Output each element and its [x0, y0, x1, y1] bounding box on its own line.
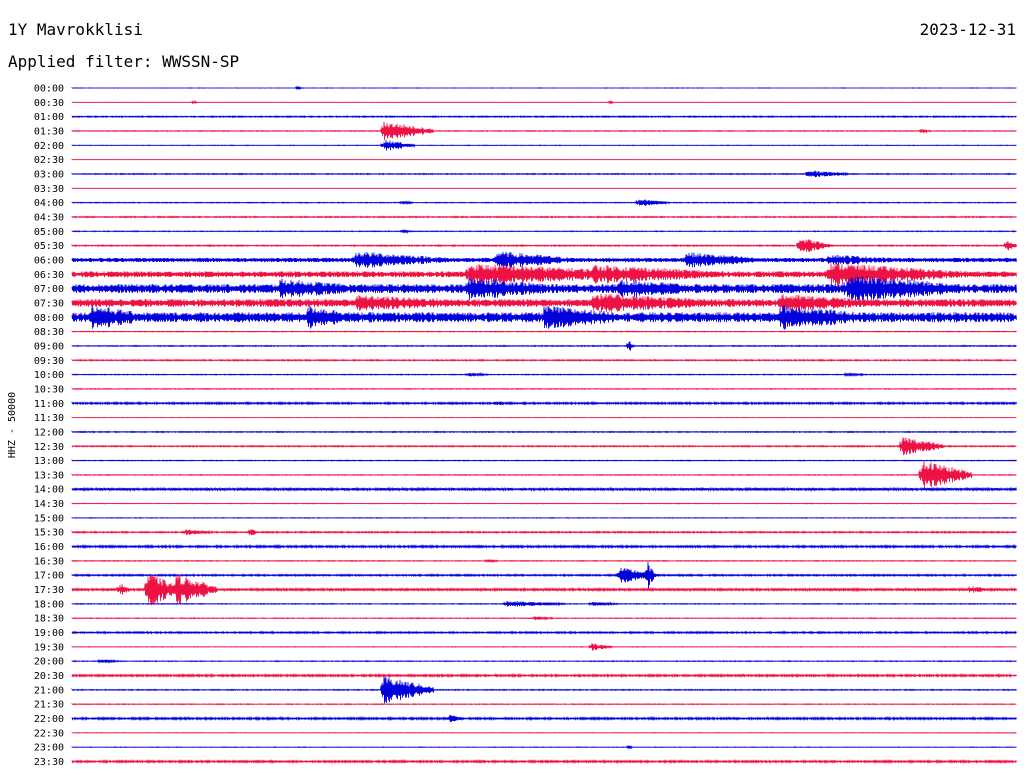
time-label: 09:00	[34, 341, 64, 352]
trace-line	[71, 251, 1017, 269]
trace-line	[71, 459, 1017, 462]
time-label: 04:00	[34, 198, 64, 209]
time-label: 22:30	[34, 728, 64, 739]
time-label: 13:30	[34, 470, 64, 481]
time-label: 04:30	[34, 212, 64, 223]
time-label: 03:30	[34, 184, 64, 195]
helicorder-chart: 00:00 00:30 01:00 01:30 02:00 02:30 03:00 03:30…	[7, 84, 1017, 769]
trace-line	[71, 330, 1017, 333]
trace-line	[71, 400, 1017, 406]
time-label: 03:00	[34, 169, 64, 180]
time-label: 00:00	[34, 84, 64, 95]
time-label: 14:00	[34, 485, 64, 496]
trace-line	[71, 341, 1017, 351]
time-label: 10:00	[34, 370, 64, 381]
trace-line	[71, 229, 1017, 234]
trace-line	[71, 437, 1017, 456]
trace-line	[71, 731, 1017, 734]
trace-line	[71, 643, 1017, 651]
y-axis-label: HHZ - 50000	[7, 392, 18, 458]
trace-line	[71, 615, 1017, 621]
time-label: 06:30	[34, 270, 64, 281]
trace-line	[71, 573, 1017, 606]
time-label: 23:30	[34, 757, 64, 768]
time-label: 07:30	[34, 298, 64, 309]
trace-line	[71, 430, 1017, 434]
trace-line	[71, 239, 1017, 253]
time-label: 18:30	[34, 614, 64, 625]
time-label: 18:00	[34, 599, 64, 610]
time-label: 23:00	[34, 743, 64, 754]
trace-line	[71, 371, 1017, 378]
time-label: 08:00	[34, 313, 64, 324]
time-label: 05:00	[34, 227, 64, 238]
time-label: 15:00	[34, 513, 64, 524]
trace-line	[71, 672, 1017, 679]
time-label: 11:30	[34, 413, 64, 424]
time-label: 13:00	[34, 456, 64, 467]
trace-line	[71, 658, 1017, 664]
trace-line	[71, 744, 1017, 750]
time-label: 12:00	[34, 427, 64, 438]
trace-line	[71, 215, 1017, 219]
time-label: 07:00	[34, 284, 64, 295]
trace-line	[71, 121, 1017, 141]
trace-line	[71, 544, 1017, 550]
time-label-group: 00:00 00:30 01:00 01:30 02:00 02:30 03:00 03:30…	[34, 84, 64, 769]
trace-line	[71, 199, 1017, 206]
time-label: 10:30	[34, 384, 64, 395]
time-label: 00:30	[34, 98, 64, 109]
time-label: 19:00	[34, 628, 64, 639]
time-label: 16:00	[34, 542, 64, 553]
time-label: 21:00	[34, 685, 64, 696]
time-label: 01:00	[34, 112, 64, 123]
time-label: 20:00	[34, 657, 64, 668]
time-label: 17:30	[34, 585, 64, 596]
trace-line	[71, 115, 1017, 119]
time-label: 21:30	[34, 700, 64, 711]
time-label: 22:00	[34, 714, 64, 725]
trace-line	[71, 486, 1017, 492]
trace-line	[71, 676, 1017, 704]
time-label: 02:00	[34, 141, 64, 152]
trace-line	[71, 561, 1017, 589]
trace-line	[71, 460, 1017, 490]
trace-line	[71, 702, 1017, 706]
time-label: 12:30	[34, 442, 64, 453]
trace-line	[71, 170, 1017, 178]
trace-line	[71, 558, 1017, 564]
time-label: 11:00	[34, 399, 64, 410]
time-label: 19:30	[34, 642, 64, 653]
trace-line	[71, 714, 1017, 723]
time-label: 15:30	[34, 528, 64, 539]
time-label: 01:30	[34, 126, 64, 137]
time-label: 20:30	[34, 671, 64, 682]
trace-line	[71, 358, 1017, 362]
trace-line	[71, 529, 1017, 536]
trace-line	[71, 99, 1017, 105]
time-label: 02:30	[34, 155, 64, 166]
trace-line	[71, 601, 1017, 607]
time-label: 06:00	[34, 255, 64, 266]
trace-line	[71, 758, 1017, 765]
trace-line	[71, 387, 1017, 391]
trace-line	[71, 304, 1017, 330]
time-label: 08:30	[34, 327, 64, 338]
time-label: 14:30	[34, 499, 64, 510]
trace-line	[71, 630, 1017, 635]
trace-line	[71, 140, 1017, 151]
time-label: 05:30	[34, 241, 64, 252]
time-label: 09:30	[34, 356, 64, 367]
trace-group	[71, 85, 1017, 765]
trace-line	[71, 85, 1017, 91]
trace-line	[71, 516, 1017, 519]
trace-line	[71, 502, 1017, 505]
time-label: 17:00	[34, 571, 64, 582]
time-label: 16:30	[34, 556, 64, 567]
